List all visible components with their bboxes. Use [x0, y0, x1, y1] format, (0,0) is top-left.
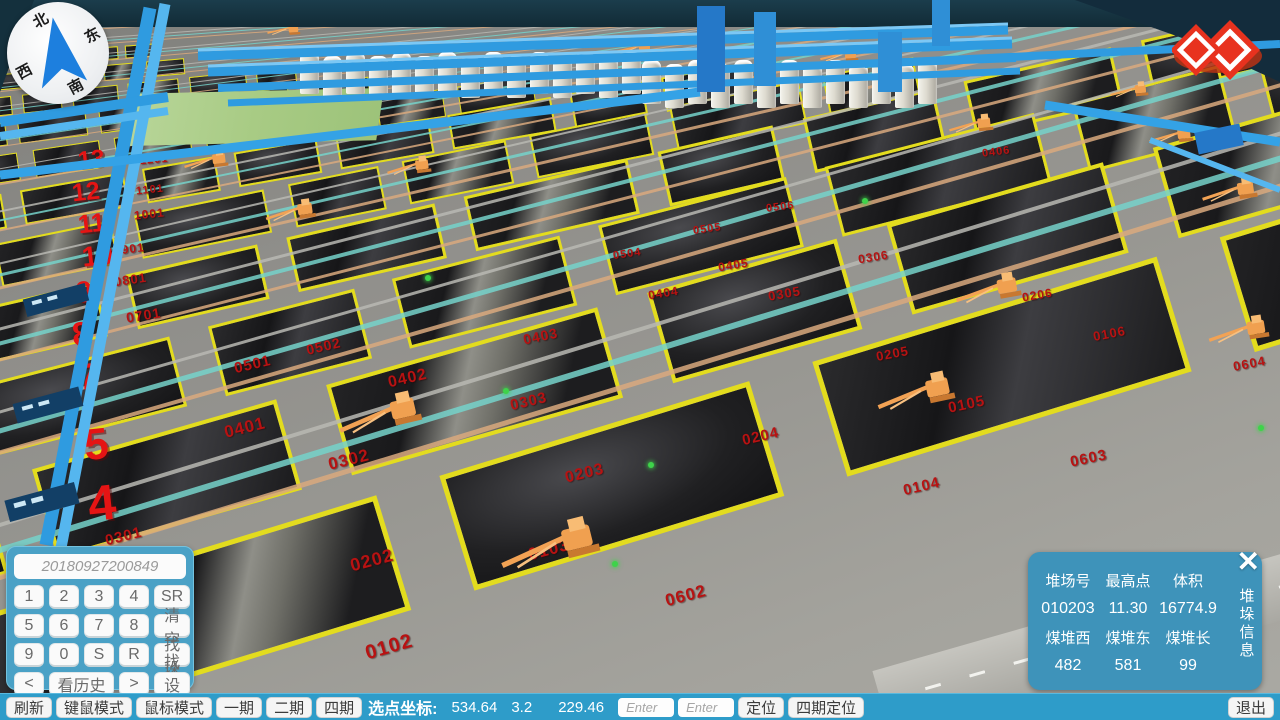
coal-yard-3d-view[interactable]: 1312111098754120111011001090108010701050…	[0, 0, 1280, 720]
keypad-key-8[interactable]: 8	[119, 614, 149, 638]
keypad-key-3[interactable]: 3	[84, 585, 114, 609]
silo	[642, 60, 661, 104]
silo	[323, 56, 342, 98]
silo	[438, 52, 457, 94]
coord-enter-input-2[interactable]	[678, 698, 734, 717]
status-dot	[648, 462, 654, 468]
keypad-key-9[interactable]: 9	[14, 643, 44, 667]
status-dot	[942, 42, 948, 48]
keypad-key-7[interactable]: 7	[84, 614, 114, 638]
volume-value: 16774.9	[1158, 600, 1218, 618]
volume-header: 体积	[1158, 570, 1218, 591]
keypad-key-4[interactable]: 4	[119, 585, 149, 609]
phase2-button[interactable]: 二期	[266, 697, 312, 718]
pile-east-header: 煤堆东	[1098, 627, 1158, 648]
compass[interactable]: 北 南 东 西	[7, 2, 109, 104]
company-logo-icon	[1172, 10, 1264, 90]
bottom-toolbar: 刷新 键鼠模式 鼠标模式 一期 二期 四期 选点坐标: 534.64 3.2 2…	[0, 693, 1280, 720]
keypad-key-1[interactable]: 1	[14, 585, 44, 609]
silo	[734, 60, 753, 104]
silo	[622, 52, 641, 94]
silo	[872, 60, 891, 104]
silo	[576, 52, 595, 94]
coord-y-value: 3.2	[511, 699, 532, 716]
silo	[507, 56, 526, 98]
silo	[553, 56, 572, 98]
yard-no-value: 010203	[1038, 600, 1098, 618]
row-number-label: 10	[80, 238, 114, 273]
status-dot	[612, 561, 618, 567]
keypad-key-5[interactable]: 5	[14, 614, 44, 638]
pile-west-header: 煤堆西	[1038, 627, 1098, 648]
row-number-label: 9	[74, 275, 94, 311]
pile-west-value: 482	[1038, 657, 1098, 675]
phase1-button[interactable]: 一期	[216, 697, 262, 718]
keypad-key-R[interactable]: R	[119, 643, 149, 667]
keypad-key-2[interactable]: 2	[49, 585, 79, 609]
row-number-label: 12	[71, 177, 102, 209]
silo	[803, 64, 822, 108]
silo	[346, 52, 365, 94]
silo	[849, 64, 868, 108]
silo	[780, 60, 799, 104]
yard-no-header: 堆场号	[1038, 570, 1098, 591]
pile-length-header: 煤堆长	[1158, 627, 1218, 648]
row-number-label: 7	[76, 355, 101, 399]
silo	[369, 56, 388, 98]
close-icon[interactable]: ✕	[1237, 548, 1260, 576]
exit-button[interactable]: 退出	[1228, 697, 1274, 718]
silo	[461, 56, 480, 98]
silo	[392, 52, 411, 94]
status-dot	[862, 198, 868, 204]
compass-arrow-icon	[18, 8, 101, 99]
keypad-key-6[interactable]: 6	[49, 614, 79, 638]
refresh-button[interactable]: 刷新	[6, 697, 52, 718]
mouse-mode-button[interactable]: 鼠标模式	[136, 697, 212, 718]
pile-length-value: 99	[1158, 657, 1218, 675]
status-dot	[425, 275, 431, 281]
keypad-keys: 1234SR5678清空90SR找垛<看历史>找设备	[14, 585, 186, 696]
silo	[826, 60, 845, 104]
status-dot	[1258, 425, 1264, 431]
phase4-button[interactable]: 四期	[316, 697, 362, 718]
silo	[530, 52, 549, 94]
silo	[711, 64, 730, 108]
silo	[665, 64, 684, 108]
pile-id-label: 1201	[140, 153, 169, 167]
locate-button[interactable]: 定位	[738, 697, 784, 718]
stacker-reclaimer-machine[interactable]	[1106, 76, 1167, 108]
silo	[484, 52, 503, 94]
silo	[918, 60, 937, 104]
silo	[895, 64, 914, 108]
silo	[415, 56, 434, 98]
coord-z-value: 229.46	[558, 699, 604, 716]
row-number-label: 11	[76, 207, 107, 241]
highest-point-value: 11.30	[1098, 600, 1158, 618]
keyboard-mouse-mode-button[interactable]: 键鼠模式	[56, 697, 132, 718]
silo	[599, 56, 618, 98]
keypad-input[interactable]	[14, 554, 186, 579]
row-number-label: 4	[85, 473, 119, 534]
phase4-locate-button[interactable]: 四期定位	[788, 697, 864, 718]
silo	[300, 52, 319, 94]
pile-east-value: 581	[1098, 657, 1158, 675]
pile-search-keypad-panel: 1234SR5678清空90SR找垛<看历史>找设备	[6, 546, 194, 690]
coord-enter-input-1[interactable]	[618, 698, 674, 717]
pile-info-vertical-title: 堆垛信息	[1236, 588, 1256, 680]
green-field	[126, 88, 384, 146]
row-number-label: 13	[77, 145, 106, 176]
status-dot	[503, 388, 509, 394]
coord-x-value: 534.64	[451, 699, 497, 716]
pile-info-panel: ✕ 堆场号 最高点 体积 010203 11.30 16774.9 煤堆西 煤堆…	[1028, 552, 1262, 690]
row-number-label: 8	[70, 314, 92, 354]
pile-info-grid: 堆场号 最高点 体积 010203 11.30 16774.9 煤堆西 煤堆东 …	[1038, 566, 1218, 680]
keypad-key-0[interactable]: 0	[49, 643, 79, 667]
selected-point-label: 选点坐标:	[368, 695, 437, 719]
highest-point-header: 最高点	[1098, 570, 1158, 591]
silo	[757, 64, 776, 108]
row-number-label: 5	[81, 419, 111, 471]
keypad-key-S[interactable]: S	[84, 643, 114, 667]
silo	[688, 60, 707, 104]
